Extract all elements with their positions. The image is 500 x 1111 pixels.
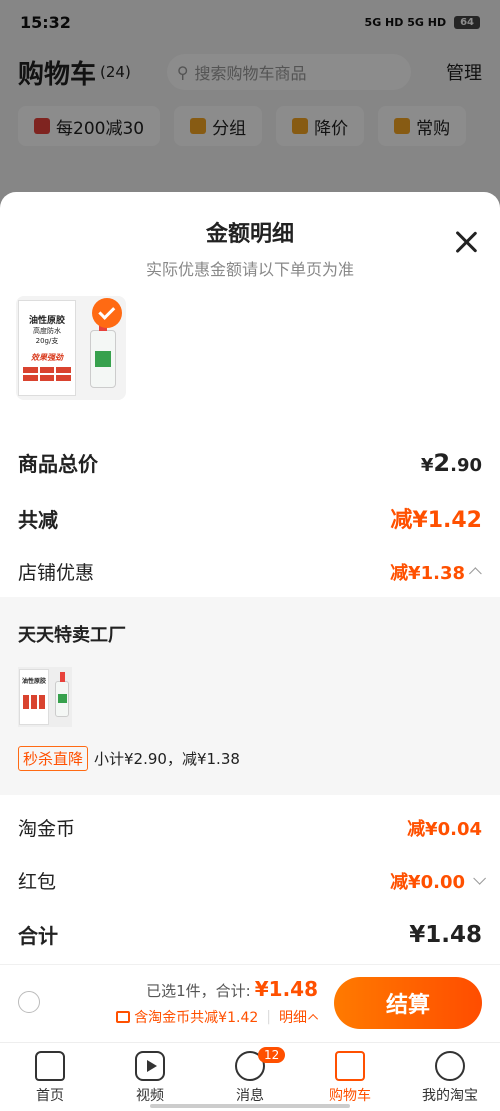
coin-value: 减¥0.04 — [407, 818, 482, 840]
checkout-bar: 已选1件，合计: ¥1.48 含淘金币共减¥1.42 | 明细 结算 — [0, 964, 500, 1042]
product-slogan: 效果强劲 — [31, 353, 63, 362]
coin-ticket-icon — [116, 1011, 131, 1023]
sheet-title: 金额明细 — [205, 222, 294, 247]
total-reduce-value: 减¥1.42 — [390, 508, 482, 533]
product-subtitle: 高度防水 — [33, 327, 61, 335]
flash-sale-tag: 秒杀直降 — [18, 746, 89, 771]
store-product-image: 油性原胶 — [18, 667, 72, 727]
coin-discount-text: 含淘金币共减¥1.42 — [134, 1010, 259, 1026]
price-detail-sheet: 金额明细 实际优惠金额请以下单页为准 油性原胶 高度防水 20g/支 效果强劲 … — [0, 192, 500, 1042]
close-icon[interactable] — [452, 228, 480, 256]
select-all-radio[interactable] — [18, 991, 40, 1013]
tab-video[interactable]: 视频 — [100, 1043, 200, 1111]
coin-label: 淘金币 — [18, 818, 76, 840]
tab-cart[interactable]: 购物车 — [300, 1043, 400, 1111]
bottom-tab-bar: 首页 视频 12 消息 购物车 我的淘宝 — [0, 1042, 500, 1111]
product-size: 20g/支 — [35, 337, 59, 345]
home-icon — [35, 1051, 65, 1081]
coin-discount-line[interactable]: 含淘金币共减¥1.42 | 明细 — [116, 1007, 319, 1027]
shop-discount-value: 减¥1.38 — [390, 562, 465, 584]
coin-row: 淘金币 减¥0.04 — [18, 814, 482, 841]
checkout-button[interactable]: 结算 — [334, 977, 482, 1029]
chevron-up-icon — [469, 567, 482, 580]
store-discount-block: 天天特卖工厂 油性原胶 秒杀直降 小计¥2.90，减¥1.38 — [0, 597, 500, 795]
checkmark-icon — [92, 298, 122, 328]
video-icon — [135, 1051, 165, 1081]
profile-icon — [435, 1051, 465, 1081]
sum-value: ¥1.48 — [409, 921, 482, 948]
home-indicator — [150, 1104, 350, 1108]
hongbao-value: 减¥0.00 — [390, 871, 465, 893]
detail-link[interactable]: 明细 — [279, 1007, 307, 1027]
sum-row: 合计 ¥1.48 — [18, 920, 482, 949]
product-title: 油性原胶 — [28, 316, 65, 326]
selected-summary: 已选1件，合计: ¥1.48 — [146, 977, 318, 1001]
total-price-row: 商品总价 ¥2.90 — [18, 448, 482, 477]
store-subtotal-line: 秒杀直降 小计¥2.90，减¥1.38 — [18, 746, 240, 771]
message-badge: 12 — [258, 1047, 286, 1063]
store-subtotal: 小计¥2.90，减¥1.38 — [94, 750, 240, 768]
tab-profile[interactable]: 我的淘宝 — [400, 1043, 500, 1111]
shop-discount-row[interactable]: 店铺优惠 减¥1.38 — [18, 558, 482, 585]
chevron-up-icon — [308, 1013, 319, 1024]
tab-messages[interactable]: 12 消息 — [200, 1043, 300, 1111]
shop-discount-label: 店铺优惠 — [18, 562, 95, 584]
product-package: 油性原胶 高度防水 20g/支 效果强劲 — [18, 300, 76, 396]
sheet-subtitle: 实际优惠金额请以下单页为准 — [145, 260, 354, 279]
total-reduce-label: 共减 — [18, 507, 58, 532]
cart-icon — [335, 1051, 365, 1081]
total-reduce-row: 共减 减¥1.42 — [18, 502, 482, 534]
hongbao-row[interactable]: 红包 减¥0.00 — [18, 867, 486, 894]
tab-home[interactable]: 首页 — [0, 1043, 100, 1111]
total-price-value: ¥2.90 — [420, 448, 482, 477]
product-bottle — [90, 315, 116, 388]
chevron-down-icon — [473, 872, 486, 885]
store-name: 天天特卖工厂 — [18, 625, 126, 646]
total-price-label: 商品总价 — [18, 452, 98, 476]
selected-text: 已选1件，合计: — [146, 982, 251, 1000]
hongbao-label: 红包 — [18, 871, 57, 893]
checkout-total: ¥1.48 — [254, 977, 318, 1001]
sum-label: 合计 — [18, 924, 58, 948]
